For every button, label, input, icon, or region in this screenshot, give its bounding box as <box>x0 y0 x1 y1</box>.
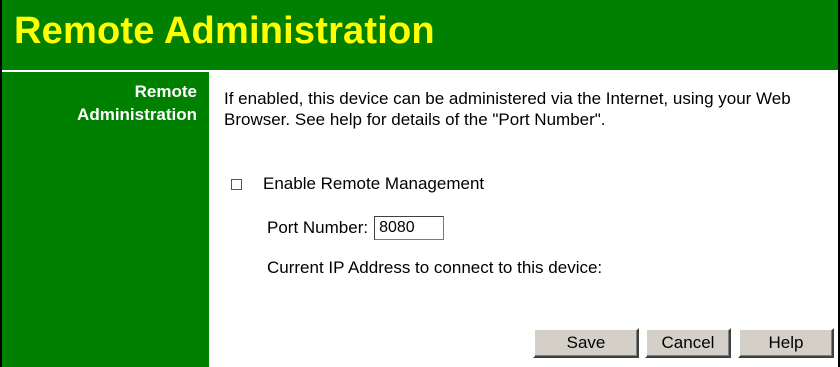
current-ip-label: Current IP Address to connect to this de… <box>267 258 603 277</box>
sidebar: Remote Administration <box>2 72 209 367</box>
help-button[interactable]: Help <box>738 328 834 358</box>
page-title: Remote Administration <box>14 10 435 52</box>
cancel-button[interactable]: Cancel <box>645 328 731 358</box>
header-bar: Remote Administration <box>2 0 838 70</box>
description-text: If enabled, this device can be administe… <box>224 89 791 129</box>
section-label-line1: Remote <box>134 82 197 101</box>
port-number-input[interactable] <box>374 216 445 240</box>
enable-remote-checkbox[interactable] <box>231 178 242 190</box>
section-label: Remote Administration <box>7 80 197 126</box>
port-label: Port Number: <box>267 218 369 237</box>
section-label-line2: Administration <box>77 105 197 124</box>
save-button[interactable]: Save <box>533 328 639 358</box>
enable-remote-row: Enable Remote Management <box>231 174 484 194</box>
content-area: If enabled, this device can be administe… <box>224 88 824 130</box>
page-frame: Remote Administration Remote Administrat… <box>0 0 840 367</box>
enable-remote-label[interactable]: Enable Remote Management <box>263 174 484 194</box>
port-row: Port Number: <box>267 216 445 240</box>
